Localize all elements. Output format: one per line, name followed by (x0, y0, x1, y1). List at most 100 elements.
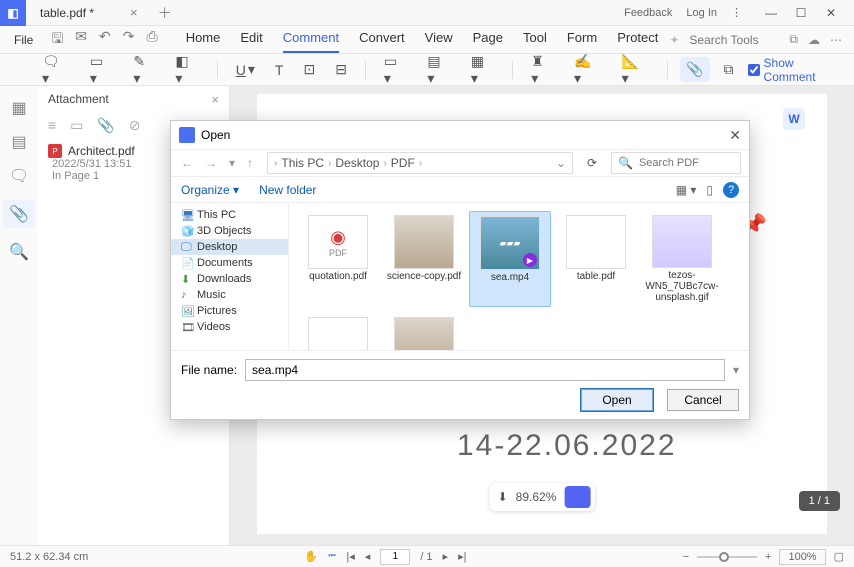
comment-tool1[interactable]: 🗨 ▾ (36, 51, 76, 89)
undo-icon[interactable]: ↶ (99, 28, 111, 52)
tree-item-music[interactable]: ♪Music (171, 287, 288, 303)
file-item[interactable]: ▰▰▰▶sea.mp4 (469, 211, 551, 307)
select-tool-icon[interactable]: ⭰ (328, 547, 336, 566)
textbox-tool[interactable]: ⊡ (297, 59, 321, 80)
user-icon[interactable]: ⋮ (731, 6, 742, 19)
word-export-icon[interactable]: W (783, 108, 805, 130)
zoom-slider[interactable] (697, 556, 757, 558)
cancel-button[interactable]: Cancel (667, 389, 739, 411)
highlight-tool[interactable]: ✎ ▾ (127, 51, 161, 89)
zoom-chip[interactable]: ⬇ 89.62% (490, 483, 595, 511)
tree-item-this-pc[interactable]: 🖥This PC (171, 207, 288, 223)
file-item[interactable] (383, 313, 465, 350)
tree-item-pictures[interactable]: 🖼Pictures (171, 303, 288, 319)
tab-page[interactable]: Page (473, 26, 503, 53)
signature-tool[interactable]: ✍ ▾ (568, 51, 608, 89)
new-folder-button[interactable]: New folder (259, 183, 316, 197)
login-link[interactable]: Log In (686, 7, 717, 19)
search-rail-icon[interactable]: 🔍 (9, 242, 29, 262)
file-item[interactable]: science-copy.pdf (383, 211, 465, 307)
ellipsis-icon[interactable]: ⋯ (830, 33, 842, 47)
address-bar[interactable]: ›This PC›Desktop›PDF›⌄ (267, 152, 573, 174)
dialog-search[interactable]: 🔍 (611, 152, 741, 174)
next-page-icon[interactable]: ▸ (443, 550, 449, 563)
prev-page-icon[interactable]: ◂ (365, 550, 371, 563)
callout-tool[interactable]: ⊟ (329, 59, 353, 80)
help-icon[interactable]: ? (723, 182, 739, 198)
panel-list-icon[interactable]: ≡ (48, 117, 56, 133)
close-window-icon[interactable]: ✕ (816, 0, 846, 26)
comment-tool2[interactable]: ▭ ▾ (84, 51, 119, 89)
tree-item-videos[interactable]: 🎞Videos (171, 319, 288, 335)
shape-tool1[interactable]: ▭ ▾ (378, 51, 413, 89)
filename-dropdown-icon[interactable]: ▾ (733, 363, 739, 377)
attachment-tool[interactable]: 📎 (680, 57, 709, 82)
file-item[interactable] (297, 313, 379, 350)
tab-edit[interactable]: Edit (240, 26, 262, 53)
organize-menu[interactable]: Organize ▾ (181, 183, 239, 197)
panel-add-icon[interactable]: ▭ (70, 117, 83, 134)
measure-tool[interactable]: 📐 ▾ (616, 51, 656, 89)
redo-icon[interactable]: ↷ (123, 28, 135, 52)
tab-convert[interactable]: Convert (359, 26, 405, 53)
underline-tool[interactable]: U ▾ (230, 59, 261, 80)
zoom-in-icon[interactable]: + (765, 551, 771, 563)
last-page-icon[interactable]: ▸| (458, 550, 466, 563)
zoom-value[interactable]: 100% (779, 549, 825, 565)
hand-tool-icon[interactable]: ✋ (304, 550, 318, 563)
dialog-close-icon[interactable]: ✕ (729, 127, 741, 144)
attachments-rail-icon[interactable]: 📎 (3, 200, 35, 228)
path-segment[interactable]: Desktop (335, 156, 379, 170)
nav-recent-icon[interactable]: ▾ (227, 156, 237, 170)
tree-item-3d-objects[interactable]: 🧊3D Objects (171, 223, 288, 239)
maximize-icon[interactable]: ☐ (786, 0, 816, 26)
open-button[interactable]: Open (581, 389, 653, 411)
tab-tool[interactable]: Tool (523, 26, 547, 53)
print-icon[interactable]: ⎙ (146, 28, 157, 52)
panel-remove-icon[interactable]: ⊘ (129, 117, 141, 134)
file-item[interactable]: table.pdf (555, 211, 637, 307)
mail-icon[interactable]: ✉ (75, 28, 87, 52)
file-menu[interactable]: File (4, 29, 43, 51)
shape-tool2[interactable]: ▤ ▾ (421, 51, 456, 89)
tab-home[interactable]: Home (186, 26, 221, 53)
compare-tool[interactable]: ⧉ (718, 59, 740, 80)
path-dropdown-icon[interactable]: ⌄ (556, 156, 566, 170)
zoom-chip-handle[interactable] (564, 486, 590, 508)
dialog-search-input[interactable] (639, 157, 734, 169)
file-item[interactable]: ◉PDFquotation.pdf (297, 211, 379, 307)
add-tab-icon[interactable]: ＋ (158, 3, 172, 23)
page-number-input[interactable] (380, 549, 410, 565)
path-segment[interactable]: PDF (391, 156, 415, 170)
refresh-icon[interactable]: ⟳ (581, 156, 603, 170)
tab-form[interactable]: Form (567, 26, 597, 53)
nav-back-icon[interactable]: ← (179, 156, 195, 170)
file-item[interactable]: tezos-WN5_7UBc7cw-unsplash.gif (641, 211, 723, 307)
first-page-icon[interactable]: |◂ (346, 550, 354, 563)
comments-icon[interactable]: 🗨 (9, 166, 29, 186)
shape-tool3[interactable]: ▦ ▾ (465, 51, 500, 89)
tree-item-desktop[interactable]: 🖵Desktop (171, 239, 288, 255)
bookmarks-icon[interactable]: ▤ (11, 132, 26, 152)
tab-view[interactable]: View (425, 26, 453, 53)
preview-pane-icon[interactable]: ▯ (706, 183, 713, 197)
document-tab[interactable]: table.pdf * × (26, 0, 146, 25)
cloud-icon[interactable]: ☁ (808, 33, 820, 47)
zoom-out-icon[interactable]: − (683, 551, 689, 563)
stamp-tool[interactable]: ♜ ▾ (525, 51, 560, 89)
close-tab-icon[interactable]: × (130, 5, 138, 20)
save-icon[interactable]: 🖫 (51, 28, 63, 52)
nav-forward-icon[interactable]: → (203, 156, 219, 170)
feedback-link[interactable]: Feedback (624, 7, 672, 19)
path-segment[interactable]: This PC (281, 156, 324, 170)
search-tools-input[interactable] (689, 33, 779, 47)
wand-icon[interactable]: ✦ (669, 33, 679, 47)
tab-comment[interactable]: Comment (283, 26, 339, 53)
nav-up-icon[interactable]: ↑ (245, 156, 255, 170)
eraser-tool[interactable]: ◧ ▾ (169, 51, 204, 89)
tab-protect[interactable]: Protect (617, 26, 658, 53)
panel-clip-icon[interactable]: 📎 (97, 117, 114, 134)
panel-close-icon[interactable]: × (211, 92, 219, 107)
show-comment-checkbox[interactable] (748, 64, 760, 76)
filename-input[interactable] (245, 359, 725, 381)
